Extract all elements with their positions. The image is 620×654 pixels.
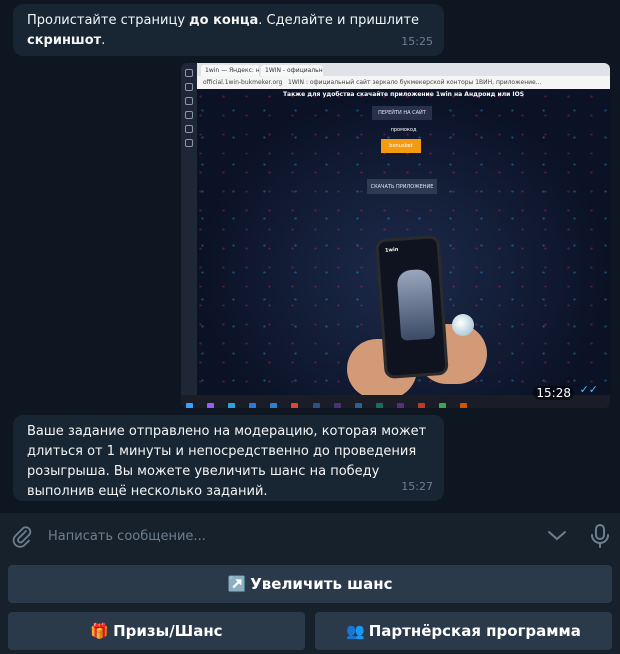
button-label: Партнёрская программа — [368, 622, 581, 640]
app-icon — [207, 403, 215, 408]
partner-program-button[interactable]: 👥 Партнёрская программа — [315, 612, 612, 650]
phone-image: 1win — [375, 234, 449, 380]
sidebar-icon — [185, 97, 193, 105]
read-check-icon: ✓✓ — [579, 383, 598, 396]
message-input-bar — [0, 513, 620, 559]
url-text: official.1win-bukmeker.org — [203, 79, 283, 86]
message-time: 15:28 — [533, 386, 574, 400]
button-label: Призы/Шанс — [113, 622, 223, 640]
prizes-button[interactable]: 🎁 Призы/Шанс — [8, 612, 305, 650]
message-bubble: Ваше задание отправлено на модерацию, ко… — [13, 415, 444, 501]
app-icon — [249, 403, 257, 408]
phone-logo: 1win — [384, 246, 399, 254]
browser-sidebar — [181, 63, 197, 395]
browser-tab: 1WIN - официальный... — [261, 65, 323, 76]
sidebar-icon — [185, 83, 193, 91]
screenshot-image[interactable]: 1win — Яндекс: нашлось 1WIN - официальны… — [181, 63, 610, 408]
vscode-icon — [270, 403, 278, 408]
gift-icon: 🎁 — [90, 622, 110, 640]
message-text: Пролистайте страницу до конца. Сделайте … — [27, 13, 420, 48]
web-page: Также для удобства скачайте приложение 1… — [197, 89, 610, 399]
paperclip-icon[interactable] — [10, 524, 34, 548]
chevron-down-icon[interactable] — [546, 524, 568, 546]
app-icon — [354, 403, 362, 408]
sidebar-icon — [185, 139, 193, 147]
message-input[interactable] — [48, 526, 518, 546]
app-icon — [375, 403, 383, 408]
yandex-icon — [460, 403, 468, 408]
page-heading: Также для удобства скачайте приложение 1… — [282, 91, 525, 98]
bot-keyboard: ↗️ Увеличить шанс 🎁 Призы/Шанс 👥 Партнёр… — [0, 559, 620, 654]
photoshop-icon — [312, 403, 320, 408]
page-title-text: 1WIN : официальный сайт зеркало букмекер… — [288, 79, 542, 86]
people-icon: 👥 — [346, 622, 365, 640]
telegram-icon — [228, 403, 236, 408]
windows-icon — [186, 403, 193, 408]
message-time: 15:27 — [401, 480, 433, 493]
go-to-site-button: ПЕРЕЙТИ НА САЙТ — [372, 106, 432, 120]
browser-address-bar: official.1win-bukmeker.org 1WIN : официа… — [197, 76, 610, 89]
microphone-icon[interactable] — [588, 523, 612, 549]
message-bubble: Пролистайте страницу до конца. Сделайте … — [13, 4, 444, 56]
sidebar-icon — [185, 111, 193, 119]
button-label: Увеличить шанс — [250, 575, 393, 593]
browser-tab: 1win — Яндекс: нашлось — [201, 65, 259, 76]
sidebar-icon — [185, 69, 193, 77]
player-image — [396, 268, 436, 341]
app-icon — [333, 403, 341, 408]
chat-area: Пролистайте страницу до конца. Сделайте … — [0, 0, 620, 513]
sidebar-icon — [185, 125, 193, 133]
app-icon — [418, 403, 426, 408]
download-app-button: СКАЧАТЬ ПРИЛОЖЕНИЕ — [367, 179, 437, 194]
app-icon — [396, 403, 404, 408]
arrow-icon: ↗️ — [227, 575, 247, 593]
app-icon — [291, 403, 299, 408]
browser-tabbar: 1win — Яндекс: нашлось 1WIN - официальны… — [197, 63, 610, 76]
increase-chance-button[interactable]: ↗️ Увеличить шанс — [8, 565, 612, 603]
promo-code-button: bonusbet — [381, 139, 421, 153]
message-time: 15:25 — [401, 35, 433, 48]
ball-image — [452, 314, 474, 336]
chrome-icon — [439, 403, 447, 408]
message-text: Ваше задание отправлено на модерацию, ко… — [27, 424, 427, 499]
promo-label: промокод — [390, 127, 417, 133]
